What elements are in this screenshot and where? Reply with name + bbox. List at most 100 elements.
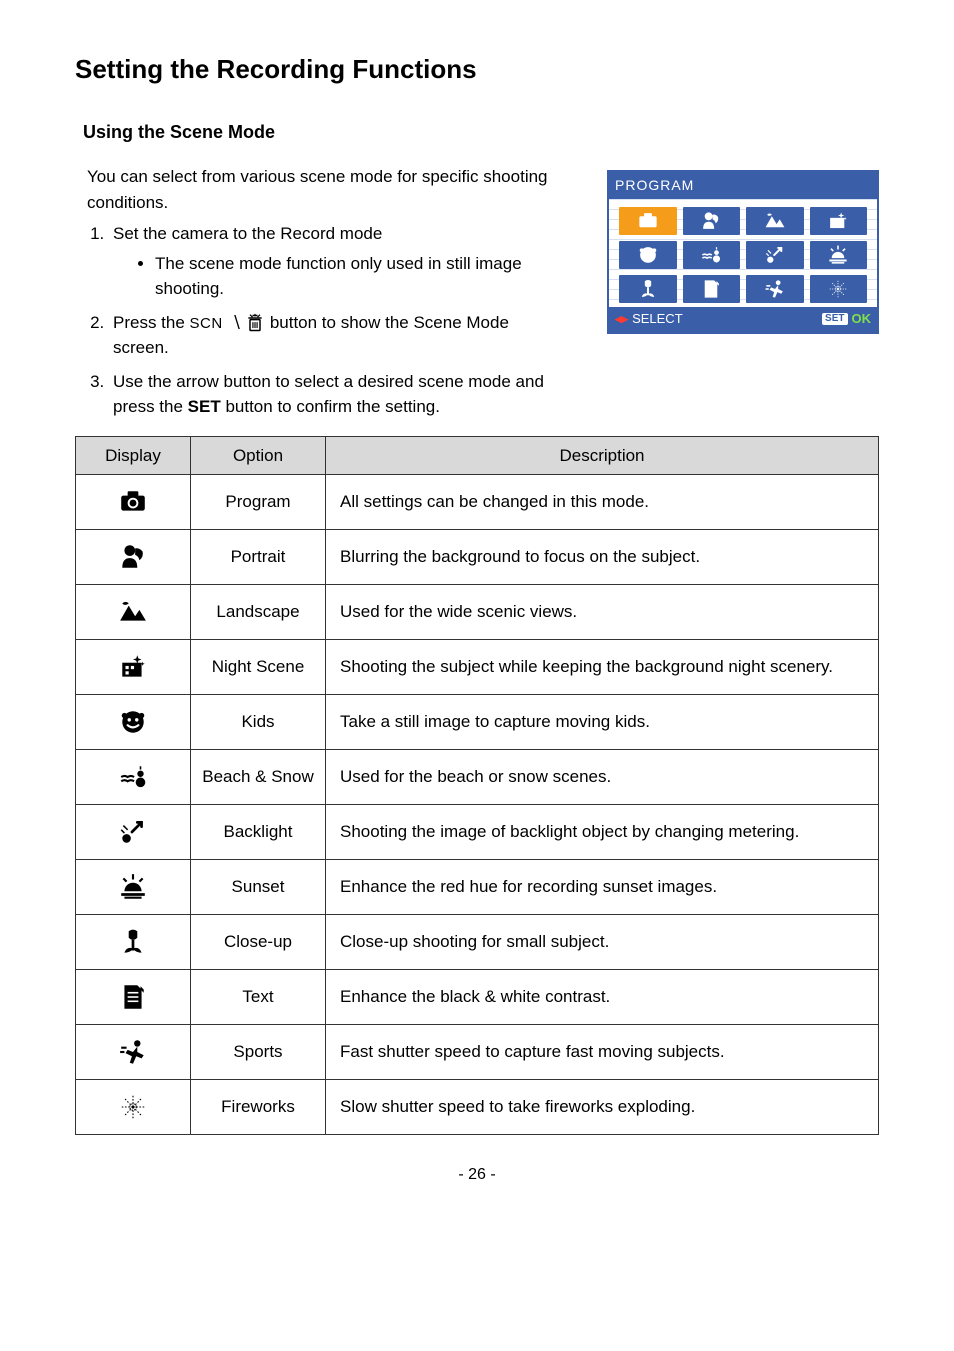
panel-icon-kids	[619, 241, 677, 269]
table-row: TextEnhance the black & white contrast.	[76, 970, 879, 1025]
table-row: Close-upClose-up shooting for small subj…	[76, 915, 879, 970]
panel-set-pill: SET	[822, 313, 847, 325]
beachsnow-icon	[118, 762, 148, 792]
program-icon	[637, 210, 659, 232]
col-header-option: Option	[191, 436, 326, 475]
closeup-icon	[118, 927, 148, 957]
row-option-cell: Text	[191, 970, 326, 1025]
row-option-cell: Sunset	[191, 860, 326, 915]
table-row: Night SceneShooting the subject while ke…	[76, 640, 879, 695]
row-icon-cell	[76, 530, 191, 585]
panel-ok-label: OK	[852, 309, 872, 329]
panel-icon-grid	[609, 199, 877, 307]
table-row: KidsTake a still image to capture moving…	[76, 695, 879, 750]
step-2-text-a: Press the	[113, 313, 190, 332]
step-3-text-b: button to confirm the setting.	[225, 397, 440, 416]
table-row: ProgramAll settings can be changed in th…	[76, 475, 879, 530]
row-option-cell: Backlight	[191, 805, 326, 860]
row-option-cell: Sports	[191, 1025, 326, 1080]
col-header-description: Description	[326, 436, 879, 475]
intro-text: You can select from various scene mode f…	[87, 164, 569, 215]
panel-icon-landscape	[746, 207, 804, 235]
text-icon	[118, 982, 148, 1012]
row-icon-cell	[76, 695, 191, 750]
row-description-cell: Enhance the black & white contrast.	[326, 970, 879, 1025]
row-icon-cell	[76, 1025, 191, 1080]
row-icon-cell	[76, 750, 191, 805]
row-option-cell: Kids	[191, 695, 326, 750]
row-option-cell: Fireworks	[191, 1080, 326, 1135]
page-title: Setting the Recording Functions	[75, 50, 879, 89]
kids-icon	[637, 244, 659, 266]
scene-mode-table: Display Option Description ProgramAll se…	[75, 436, 879, 1136]
fireworks-icon	[827, 278, 849, 300]
table-row: FireworksSlow shutter speed to take fire…	[76, 1080, 879, 1135]
sunset-icon	[827, 244, 849, 266]
col-header-display: Display	[76, 436, 191, 475]
sunset-icon	[118, 872, 148, 902]
step-1-text: Set the camera to the Record mode	[113, 224, 382, 243]
row-description-cell: All settings can be changed in this mode…	[326, 475, 879, 530]
scene-mode-panel: PROGRAM ◂▸ SELECT	[607, 170, 879, 334]
row-icon-cell	[76, 1080, 191, 1135]
row-option-cell: Program	[191, 475, 326, 530]
row-icon-cell	[76, 640, 191, 695]
panel-select-label: SELECT	[632, 309, 683, 329]
landscape-icon	[764, 210, 786, 232]
section-heading: Using the Scene Mode	[83, 119, 879, 146]
row-icon-cell	[76, 860, 191, 915]
scn-text: SCN	[190, 315, 223, 332]
table-row: BacklightShooting the image of backlight…	[76, 805, 879, 860]
backlight-icon	[118, 817, 148, 847]
sports-icon	[764, 278, 786, 300]
table-row: Beach & SnowUsed for the beach or snow s…	[76, 750, 879, 805]
row-icon-cell	[76, 915, 191, 970]
set-button-label: SET	[188, 397, 221, 416]
panel-icon-closeup	[619, 275, 677, 303]
row-icon-cell	[76, 585, 191, 640]
row-description-cell: Fast shutter speed to capture fast movin…	[326, 1025, 879, 1080]
step-1: Set the camera to the Record mode The sc…	[109, 221, 569, 302]
panel-icon-program	[619, 207, 677, 235]
portrait-icon	[700, 210, 722, 232]
row-icon-cell	[76, 475, 191, 530]
row-icon-cell	[76, 970, 191, 1025]
panel-icon-portrait	[683, 207, 741, 235]
row-description-cell: Blurring the background to focus on the …	[326, 530, 879, 585]
row-description-cell: Close-up shooting for small subject.	[326, 915, 879, 970]
panel-icon-nightscene	[810, 207, 868, 235]
step-1-bullet: The scene mode function only used in sti…	[155, 251, 569, 302]
table-row: LandscapeUsed for the wide scenic views.	[76, 585, 879, 640]
sports-icon	[118, 1037, 148, 1067]
panel-title: PROGRAM	[609, 172, 877, 199]
row-option-cell: Night Scene	[191, 640, 326, 695]
page-number: - 26 -	[75, 1163, 879, 1187]
row-option-cell: Close-up	[191, 915, 326, 970]
row-description-cell: Shooting the subject while keeping the b…	[326, 640, 879, 695]
steps-list: Set the camera to the Record mode The sc…	[87, 221, 569, 420]
step-2: Press the SCN ∖ button to show the Scene…	[109, 310, 569, 361]
scn-trash-button-label: SCN ∖	[190, 313, 270, 332]
text-icon	[700, 278, 722, 300]
trash-icon	[245, 313, 265, 333]
nightscene-icon	[827, 210, 849, 232]
row-description-cell: Used for the beach or snow scenes.	[326, 750, 879, 805]
panel-icon-sports	[746, 275, 804, 303]
row-description-cell: Enhance the red hue for recording sunset…	[326, 860, 879, 915]
panel-footer: ◂▸ SELECT SET OK	[609, 307, 877, 332]
table-row: SunsetEnhance the red hue for recording …	[76, 860, 879, 915]
panel-icon-backlight	[746, 241, 804, 269]
beachsnow-icon	[700, 244, 722, 266]
backlight-icon	[764, 244, 786, 266]
row-option-cell: Landscape	[191, 585, 326, 640]
closeup-icon	[637, 278, 659, 300]
row-description-cell: Slow shutter speed to take fireworks exp…	[326, 1080, 879, 1135]
program-icon	[118, 487, 148, 517]
table-row: PortraitBlurring the background to focus…	[76, 530, 879, 585]
fireworks-icon	[118, 1092, 148, 1122]
landscape-icon	[118, 597, 148, 627]
row-description-cell: Take a still image to capture moving kid…	[326, 695, 879, 750]
panel-icon-text	[683, 275, 741, 303]
row-icon-cell	[76, 805, 191, 860]
row-description-cell: Used for the wide scenic views.	[326, 585, 879, 640]
